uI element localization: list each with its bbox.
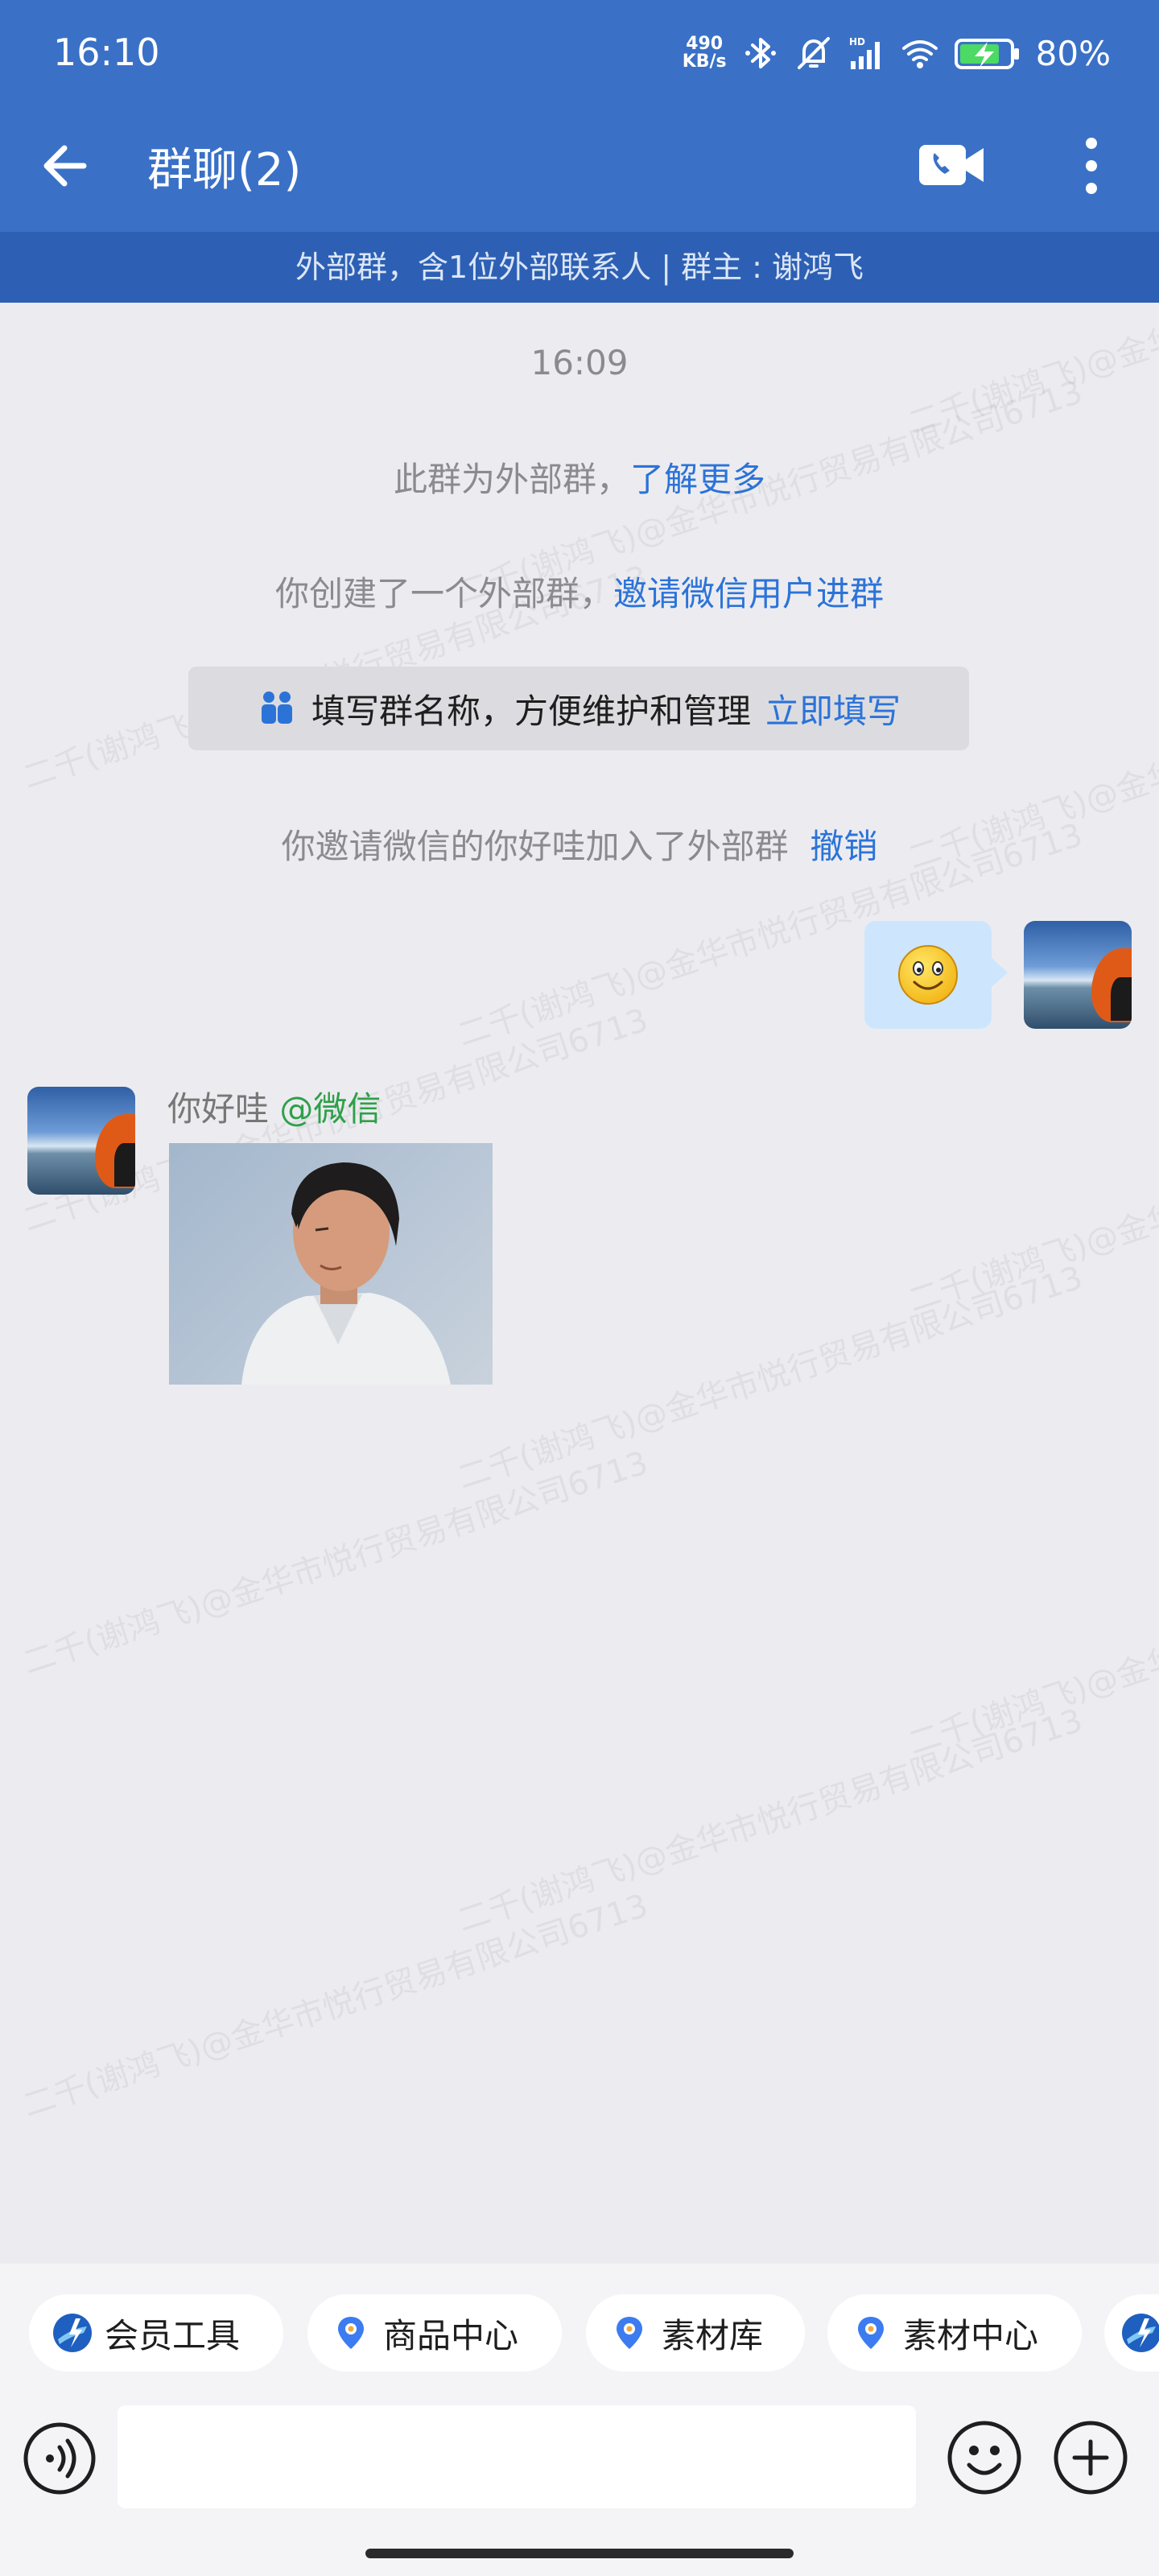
input-bar: [0, 2399, 1159, 2518]
member-tools-icon: [1122, 2314, 1159, 2352]
hd-signal-icon: HD: [849, 36, 880, 69]
emoji-icon[interactable]: [947, 2420, 1022, 2496]
more-vertical-icon[interactable]: [1067, 135, 1116, 196]
sender-name: 你好哇: [167, 1089, 270, 1129]
message-timestamp: 16:09: [530, 343, 629, 382]
location-pin-icon: [338, 2317, 364, 2349]
photo-message[interactable]: [169, 1143, 493, 1385]
quick-action-member-tools[interactable]: 会员工具: [29, 2294, 283, 2372]
chat-area[interactable]: 16:09 此群为外部群，了解更多 你创建了一个外部群，邀请微信用户进群 填写群…: [0, 303, 1159, 2264]
network-speed: 490 KB/s: [683, 35, 727, 71]
group-name-tip: 填写群名称，方便维护和管理 立即填写: [188, 667, 969, 750]
voice-input-icon[interactable]: [23, 2421, 97, 2496]
message-input[interactable]: [118, 2405, 916, 2508]
learn-more-link[interactable]: 了解更多: [630, 460, 765, 499]
notice-text: 此群为外部群，: [393, 460, 630, 499]
quick-action-material-center[interactable]: 素材中心: [827, 2294, 1082, 2372]
quick-action-label: 会员工具: [105, 2315, 241, 2355]
people-icon: [261, 691, 292, 724]
quick-action-bar[interactable]: 会员工具 商品中心 素材库 素材中心: [0, 2264, 1159, 2399]
undo-link[interactable]: 撤销: [810, 827, 877, 866]
avatar-boat-shadow: [114, 1143, 135, 1187]
fill-now-link[interactable]: 立即填写: [765, 684, 901, 733]
quick-action-label: 商品中心: [383, 2315, 519, 2355]
status-icons: 490 KB/s HD 80%: [683, 27, 1111, 79]
status-time: 16:10: [53, 31, 160, 74]
invite-wechat-users-link[interactable]: 邀请微信用户进群: [613, 574, 884, 613]
quick-action-more[interactable]: [1104, 2294, 1159, 2372]
photo-person-image: [241, 1162, 451, 1385]
quick-action-label: 素材中心: [903, 2315, 1039, 2355]
notice-text: 你创建了一个外部群，: [274, 574, 613, 613]
wechat-source-tag: @微信: [279, 1089, 382, 1129]
network-speed-unit: KB/s: [682, 52, 727, 72]
video-call-icon[interactable]: [916, 137, 988, 193]
notice-text: 你邀请微信的你好哇加入了外部群: [281, 827, 789, 866]
avatar-boat-shadow: [1111, 977, 1132, 1021]
silent-mode-icon: [797, 37, 830, 69]
member-tools-icon: [53, 2314, 92, 2352]
sender-name-line: 你好哇 @微信: [167, 1082, 381, 1131]
battery-charging-icon: [954, 39, 1019, 69]
navigation-area: [0, 2518, 1159, 2576]
smiley-emoji-icon: [898, 945, 958, 1005]
location-pin-icon: [858, 2317, 884, 2349]
group-info-bar[interactable]: 外部群，含1位外部联系人 | 群主 : 谢鸿飞: [0, 232, 1159, 303]
page-title: 群聊(2): [147, 144, 302, 196]
quick-action-product-center[interactable]: 商品中心: [307, 2294, 562, 2372]
tip-text: 填写群名称，方便维护和管理: [311, 691, 751, 731]
arrow-left-icon[interactable]: [32, 132, 100, 200]
bluetooth-icon: [744, 38, 776, 68]
home-indicator[interactable]: [365, 2549, 794, 2558]
location-pin-icon: [617, 2317, 642, 2349]
wifi-icon: [901, 40, 938, 68]
my-avatar[interactable]: [1024, 921, 1132, 1029]
battery-percent: 80%: [1035, 33, 1111, 73]
quick-action-material-library[interactable]: 素材库: [586, 2294, 805, 2372]
group-created-notice: 你创建了一个外部群，邀请微信用户进群: [0, 567, 1159, 616]
external-group-notice: 此群为外部群，了解更多: [0, 452, 1159, 502]
quick-action-label: 素材库: [662, 2315, 764, 2355]
plus-icon[interactable]: [1053, 2420, 1128, 2496]
network-speed-value: 490: [686, 34, 724, 54]
sender-avatar[interactable]: [27, 1087, 135, 1195]
invite-notice: 你邀请微信的你好哇加入了外部群 撤销: [0, 819, 1159, 869]
top-bar: 16:10 490 KB/s HD 80% 群聊(2): [0, 0, 1159, 232]
svg-text:HD: HD: [849, 36, 865, 47]
outgoing-message-bubble[interactable]: [864, 921, 1008, 1029]
